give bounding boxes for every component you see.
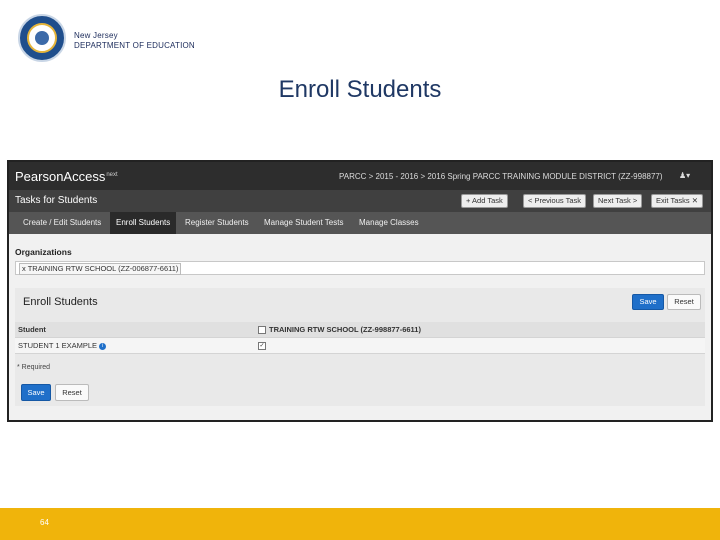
exit-tasks-button[interactable]: Exit Tasks ✕ [651, 194, 703, 208]
organizations-field[interactable]: x TRAINING RTW SCHOOL (ZZ-006877-6611) [15, 261, 705, 275]
school-column-label: TRAINING RTW SCHOOL (ZZ-998877-6611) [269, 325, 421, 334]
student-name-cell: STUDENT 1 EXAMPLE i [18, 338, 107, 353]
column-header-student: Student [18, 325, 46, 334]
organization-tag[interactable]: x TRAINING RTW SCHOOL (ZZ-006877-6611) [19, 263, 182, 275]
table-header: Student TRAINING RTW SCHOOL (ZZ-998877-6… [15, 322, 705, 338]
table-row: STUDENT 1 EXAMPLE i ✓ [15, 338, 705, 354]
panel-title: Enroll Students [23, 296, 98, 308]
seal-inner-ring [27, 23, 57, 53]
agency-line-1: New Jersey [74, 31, 118, 40]
app-screenshot: PearsonAccessnext PARCC > 2015 - 2016 > … [7, 160, 713, 422]
previous-task-button[interactable]: < Previous Task [523, 194, 587, 208]
nj-state-seal [18, 14, 66, 62]
reset-button[interactable]: Reset [667, 294, 701, 310]
enroll-students-panel: Enroll Students Save Reset Student TRAIN… [15, 288, 705, 406]
column-header-school[interactable]: TRAINING RTW SCHOOL (ZZ-998877-6611) [258, 322, 421, 337]
tab-manage-student-tests[interactable]: Manage Student Tests [258, 212, 349, 234]
tab-manage-classes[interactable]: Manage Classes [353, 212, 425, 234]
user-icon[interactable]: ♟▾ [679, 171, 690, 180]
tab-register-students[interactable]: Register Students [179, 212, 255, 234]
agency-name: New Jersey DEPARTMENT OF EDUCATION [74, 31, 195, 51]
bottom-save-button[interactable]: Save [21, 384, 51, 401]
save-button[interactable]: Save [632, 294, 664, 310]
student-name[interactable]: STUDENT 1 EXAMPLE [18, 341, 97, 350]
brand-name: PearsonAccess [15, 169, 106, 184]
section-title: Tasks for Students [15, 195, 98, 206]
agency-line-2: DEPARTMENT OF EDUCATION [74, 41, 195, 50]
required-note: * Required [17, 364, 51, 371]
slide-title: Enroll Students [278, 76, 442, 103]
page-number: 64 [40, 518, 49, 527]
add-task-button[interactable]: + Add Task [461, 194, 508, 208]
brand-logo[interactable]: PearsonAccessnext [15, 169, 118, 184]
enroll-checkbox[interactable]: ✓ [258, 342, 266, 351]
select-all-checkbox[interactable] [258, 326, 266, 335]
breadcrumb[interactable]: PARCC > 2015 - 2016 > 2016 Spring PARCC … [339, 172, 663, 181]
tab-create-edit-students[interactable]: Create / Edit Students [17, 212, 107, 234]
enroll-checkbox-cell: ✓ [258, 338, 269, 353]
task-tabs: Create / Edit Students Enroll Students R… [9, 212, 711, 234]
bottom-reset-button[interactable]: Reset [55, 384, 89, 401]
organizations-label: Organizations [15, 247, 72, 257]
next-task-button[interactable]: Next Task > [593, 194, 643, 208]
footer-bar: 64 [0, 508, 720, 540]
task-bar: Tasks for Students + Add Task < Previous… [9, 190, 711, 212]
brand-superscript: next [106, 171, 118, 178]
tab-enroll-students[interactable]: Enroll Students [110, 212, 177, 234]
app-topbar: PearsonAccessnext PARCC > 2015 - 2016 > … [9, 162, 711, 190]
info-icon[interactable]: i [99, 342, 107, 350]
seal-core [35, 31, 49, 45]
